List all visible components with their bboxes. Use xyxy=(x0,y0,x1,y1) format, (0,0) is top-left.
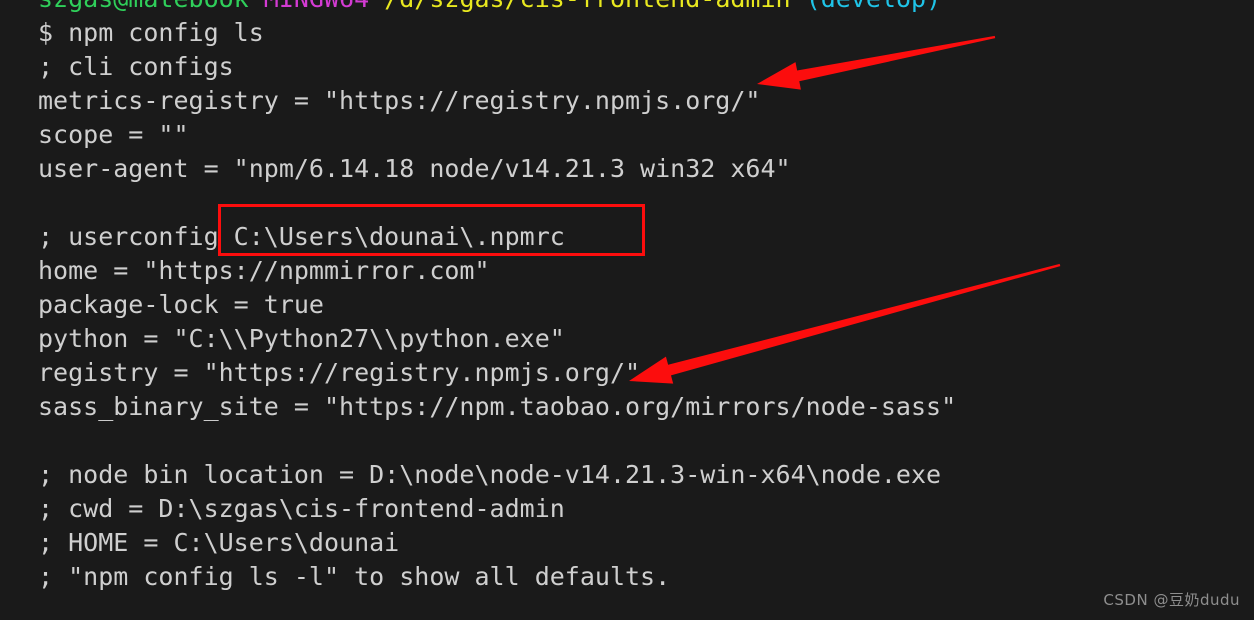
csdn-watermark: CSDN @豆奶dudu xyxy=(1103,591,1240,609)
prompt-space-2 xyxy=(369,0,384,13)
prompt-shell: MINGW64 xyxy=(264,0,369,13)
output-line: $ npm config ls xyxy=(38,18,264,47)
output-line-blank xyxy=(0,424,1254,458)
prompt-space-1 xyxy=(249,0,264,13)
output-line: package-lock = true xyxy=(38,290,324,319)
output-line: ; node bin location = D:\node\node-v14.2… xyxy=(38,460,942,489)
prompt-path: /d/szgas/cis-frontend-admin xyxy=(384,0,790,13)
output-line: ; cwd = D:\szgas\cis-frontend-admin xyxy=(38,494,565,523)
terminal-output[interactable]: szgas@matebook MINGW64 /d/szgas/cis-fron… xyxy=(0,0,1254,594)
output-line-blank xyxy=(0,186,1254,220)
output-line: sass_binary_site = "https://npm.taobao.o… xyxy=(38,392,957,421)
prompt-line: szgas@matebook MINGW64 /d/szgas/cis-fron… xyxy=(0,0,1254,16)
output-line: ; "npm config ls -l" to show all default… xyxy=(38,562,671,591)
prompt-user-host: szgas@matebook xyxy=(38,0,249,13)
output-line: metrics-registry = "https://registry.npm… xyxy=(38,86,761,115)
output-line: python = "C:\\Python27\\python.exe" xyxy=(38,324,565,353)
prompt-space-3 xyxy=(791,0,806,13)
output-line: ; cli configs xyxy=(38,52,234,81)
output-line-registry: registry = "https://registry.npmjs.org/" xyxy=(38,358,641,387)
output-line: home = "https://npmmirror.com" xyxy=(38,256,490,285)
output-line: ; HOME = C:\Users\dounai xyxy=(38,528,400,557)
output-line-userconfig: ; userconfig C:\Users\dounai\.npmrc xyxy=(38,222,565,251)
output-line: user-agent = "npm/6.14.18 node/v14.21.3 … xyxy=(38,154,791,183)
output-line: scope = "" xyxy=(38,120,189,149)
terminal-window: szgas@matebook MINGW64 /d/szgas/cis-fron… xyxy=(0,0,1254,620)
prompt-git-branch: (develop) xyxy=(806,0,941,13)
